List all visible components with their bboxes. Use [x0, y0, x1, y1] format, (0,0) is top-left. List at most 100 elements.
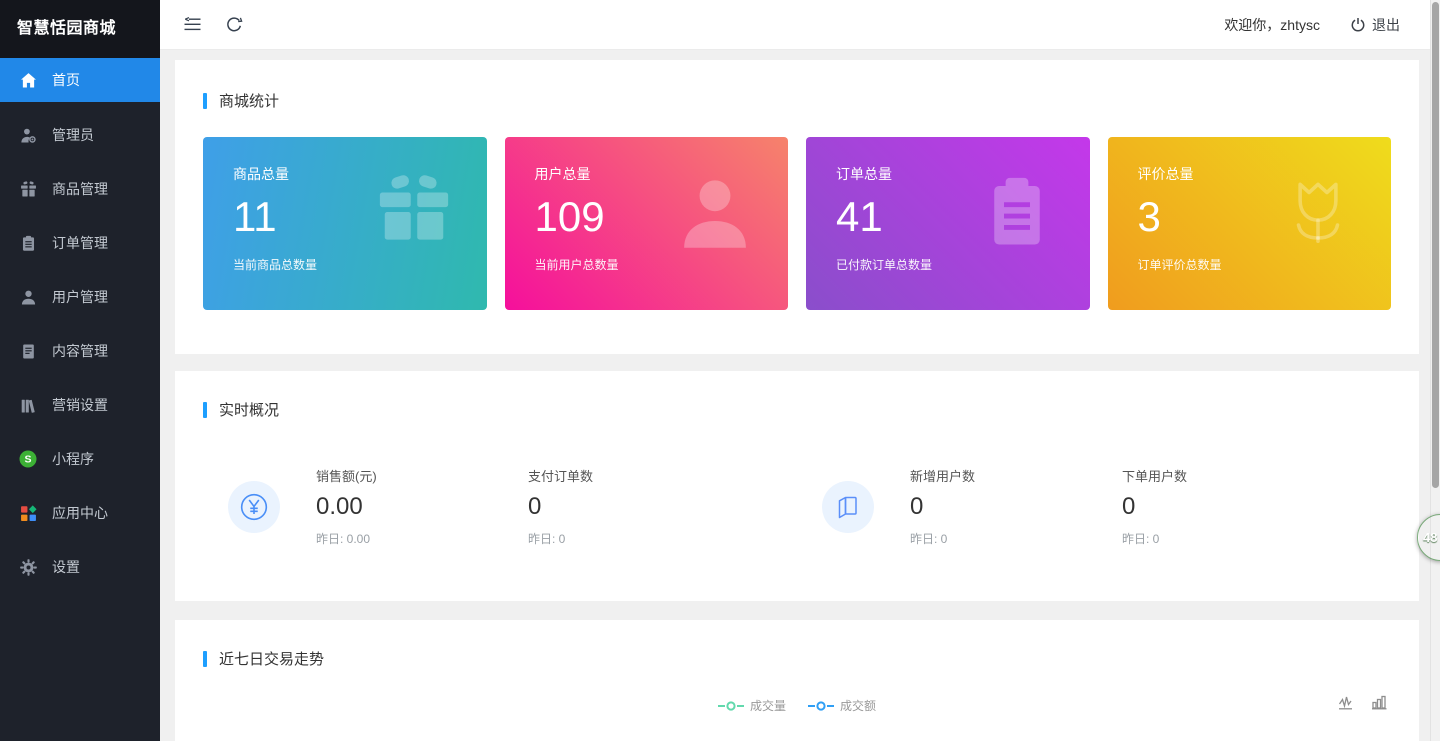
- sidebar-item-users[interactable]: 用户管理: [0, 270, 160, 324]
- chart-legend: 成交量 成交额: [203, 697, 1391, 714]
- sidebar-item-label: 管理员: [52, 125, 94, 145]
- marketing-icon: [17, 394, 39, 416]
- sidebar-item-label: 订单管理: [52, 233, 108, 253]
- stat-label: 下单用户数: [1122, 466, 1334, 485]
- content-icon: [17, 340, 39, 362]
- stat-value: 0: [1122, 493, 1334, 521]
- sidebar-item-admin[interactable]: 管理员: [0, 108, 160, 162]
- legend-marker-icon: [808, 700, 834, 712]
- refresh-icon[interactable]: [224, 15, 244, 35]
- svg-text:S: S: [24, 454, 31, 466]
- sidebar-item-marketing[interactable]: 营销设置: [0, 378, 160, 432]
- section-accent-bar: [203, 402, 207, 418]
- stat-ordering-users: 下单用户数 0 昨日: 0: [1122, 466, 1334, 547]
- section-title-text: 近七日交易走势: [219, 648, 324, 669]
- realtime-group-sales: 销售额(元) 0.00 昨日: 0.00 支付订单数 0 昨日: 0: [203, 466, 797, 547]
- bar-chart-icon[interactable]: [1371, 695, 1389, 712]
- sidebar-item-label: 用户管理: [52, 287, 108, 307]
- stat-yesterday: 昨日: 0.00: [316, 530, 528, 547]
- stat-label: 支付订单数: [528, 466, 740, 485]
- section-title-text: 实时概况: [219, 399, 279, 420]
- stat-card-goods: 商品总量 11 当前商品总数量: [203, 137, 487, 310]
- app-title: 智慧恬园商城: [0, 0, 160, 58]
- sidebar-item-appcenter[interactable]: 应用中心: [0, 486, 160, 540]
- logout-button[interactable]: 退出: [1350, 15, 1400, 35]
- yen-icon: [228, 481, 280, 533]
- stat-value: 0.00: [316, 493, 528, 521]
- stat-label: 新增用户数: [910, 466, 1122, 485]
- card-desc: 当前用户总数量: [535, 256, 759, 273]
- stat-cards-row: 商品总量 11 当前商品总数量 用户总量 109 当前用户总数量 订单总量 41…: [203, 137, 1391, 310]
- logout-label: 退出: [1372, 15, 1400, 35]
- sidebar-item-home[interactable]: 首页: [0, 58, 160, 102]
- stat-new-users: 新增用户数 0 昨日: 0: [910, 466, 1122, 547]
- power-icon: [1350, 17, 1366, 33]
- top-header: 欢迎你，zhtysc 退出: [160, 0, 1440, 50]
- card-desc: 已付款订单总数量: [836, 256, 1060, 273]
- door-icon: [822, 481, 874, 533]
- card-desc: 当前商品总数量: [233, 256, 457, 273]
- realtime-group-users: 新增用户数 0 昨日: 0 下单用户数 0 昨日: 0: [797, 466, 1391, 547]
- sidebar-item-miniprogram[interactable]: S 小程序: [0, 432, 160, 486]
- order-icon: [17, 232, 39, 254]
- legend-item-volume[interactable]: 成交量: [718, 697, 786, 714]
- appcenter-icon: [17, 502, 39, 524]
- sidebar-item-label: 商品管理: [52, 179, 108, 199]
- flower-icon: [1279, 173, 1357, 251]
- sidebar-item-label: 首页: [52, 70, 80, 90]
- stat-card-reviews: 评价总量 3 订单评价总数量: [1108, 137, 1392, 310]
- sidebar-item-goods[interactable]: 商品管理: [0, 162, 160, 216]
- users-icon: [17, 286, 39, 308]
- badge-value: 48: [1423, 530, 1437, 545]
- section-title-shop-stats: 商城统计: [203, 90, 1391, 111]
- collapse-sidebar-icon[interactable]: [182, 15, 202, 35]
- card-desc: 订单评价总数量: [1138, 256, 1362, 273]
- sidebar-item-label: 内容管理: [52, 341, 108, 361]
- scrollbar-thumb[interactable]: [1432, 2, 1439, 488]
- stat-yesterday: 昨日: 0: [910, 530, 1122, 547]
- stat-label: 销售额(元): [316, 466, 528, 485]
- legend-label: 成交额: [840, 697, 876, 714]
- settings-icon: [17, 556, 39, 578]
- shop-stats-panel: 商城统计 商品总量 11 当前商品总数量 用户总量 109 当前用户总数量: [175, 60, 1419, 354]
- sidebar-item-label: 设置: [52, 557, 80, 577]
- stat-sales: 销售额(元) 0.00 昨日: 0.00: [316, 466, 528, 547]
- stat-value: 0: [528, 493, 740, 521]
- sidebar-item-label: 应用中心: [52, 503, 108, 523]
- stat-paid-orders: 支付订单数 0 昨日: 0: [528, 466, 740, 547]
- stat-value: 0: [910, 493, 1122, 521]
- stat-yesterday: 昨日: 0: [528, 530, 740, 547]
- section-title-text: 商城统计: [219, 90, 279, 111]
- stat-card-orders: 订单总量 41 已付款订单总数量: [806, 137, 1090, 310]
- sidebar-item-content[interactable]: 内容管理: [0, 324, 160, 378]
- main-content: 商城统计 商品总量 11 当前商品总数量 用户总量 109 当前用户总数量: [160, 50, 1440, 741]
- section-title-trend: 近七日交易走势: [203, 648, 1391, 669]
- section-accent-bar: [203, 93, 207, 109]
- sidebar: 智慧恬园商城 首页 管理员 商品管理 订单管理 用户管理 内容管理: [0, 0, 160, 741]
- gift-icon: [375, 173, 453, 251]
- realtime-panel: 实时概况 销售额(元) 0.00 昨日: 0.00 支付订单数 0 昨日: 0: [175, 371, 1419, 601]
- stat-yesterday: 昨日: 0: [1122, 530, 1334, 547]
- line-chart-icon[interactable]: [1338, 695, 1356, 712]
- sidebar-item-orders[interactable]: 订单管理: [0, 216, 160, 270]
- stat-card-users: 用户总量 109 当前用户总数量: [505, 137, 789, 310]
- realtime-row: 销售额(元) 0.00 昨日: 0.00 支付订单数 0 昨日: 0 新增用户数…: [203, 466, 1391, 547]
- sidebar-item-label: 营销设置: [52, 395, 108, 415]
- user-icon: [676, 173, 754, 251]
- welcome-text: 欢迎你，zhtysc: [1224, 15, 1320, 35]
- home-icon: [17, 69, 39, 91]
- page-scrollbar: [1430, 0, 1440, 741]
- trend-panel: 近七日交易走势 成交量 成交额: [175, 620, 1419, 741]
- section-title-realtime: 实时概况: [203, 399, 1391, 420]
- clipboard-icon: [978, 173, 1056, 251]
- miniprogram-icon: S: [17, 448, 39, 470]
- legend-item-amount[interactable]: 成交额: [808, 697, 876, 714]
- goods-icon: [17, 178, 39, 200]
- chart-toolbox: [1338, 695, 1389, 712]
- sidebar-item-label: 小程序: [52, 449, 94, 469]
- legend-marker-icon: [718, 700, 744, 712]
- sidebar-item-settings[interactable]: 设置: [0, 540, 160, 594]
- section-accent-bar: [203, 651, 207, 667]
- legend-label: 成交量: [750, 697, 786, 714]
- admin-icon: [17, 124, 39, 146]
